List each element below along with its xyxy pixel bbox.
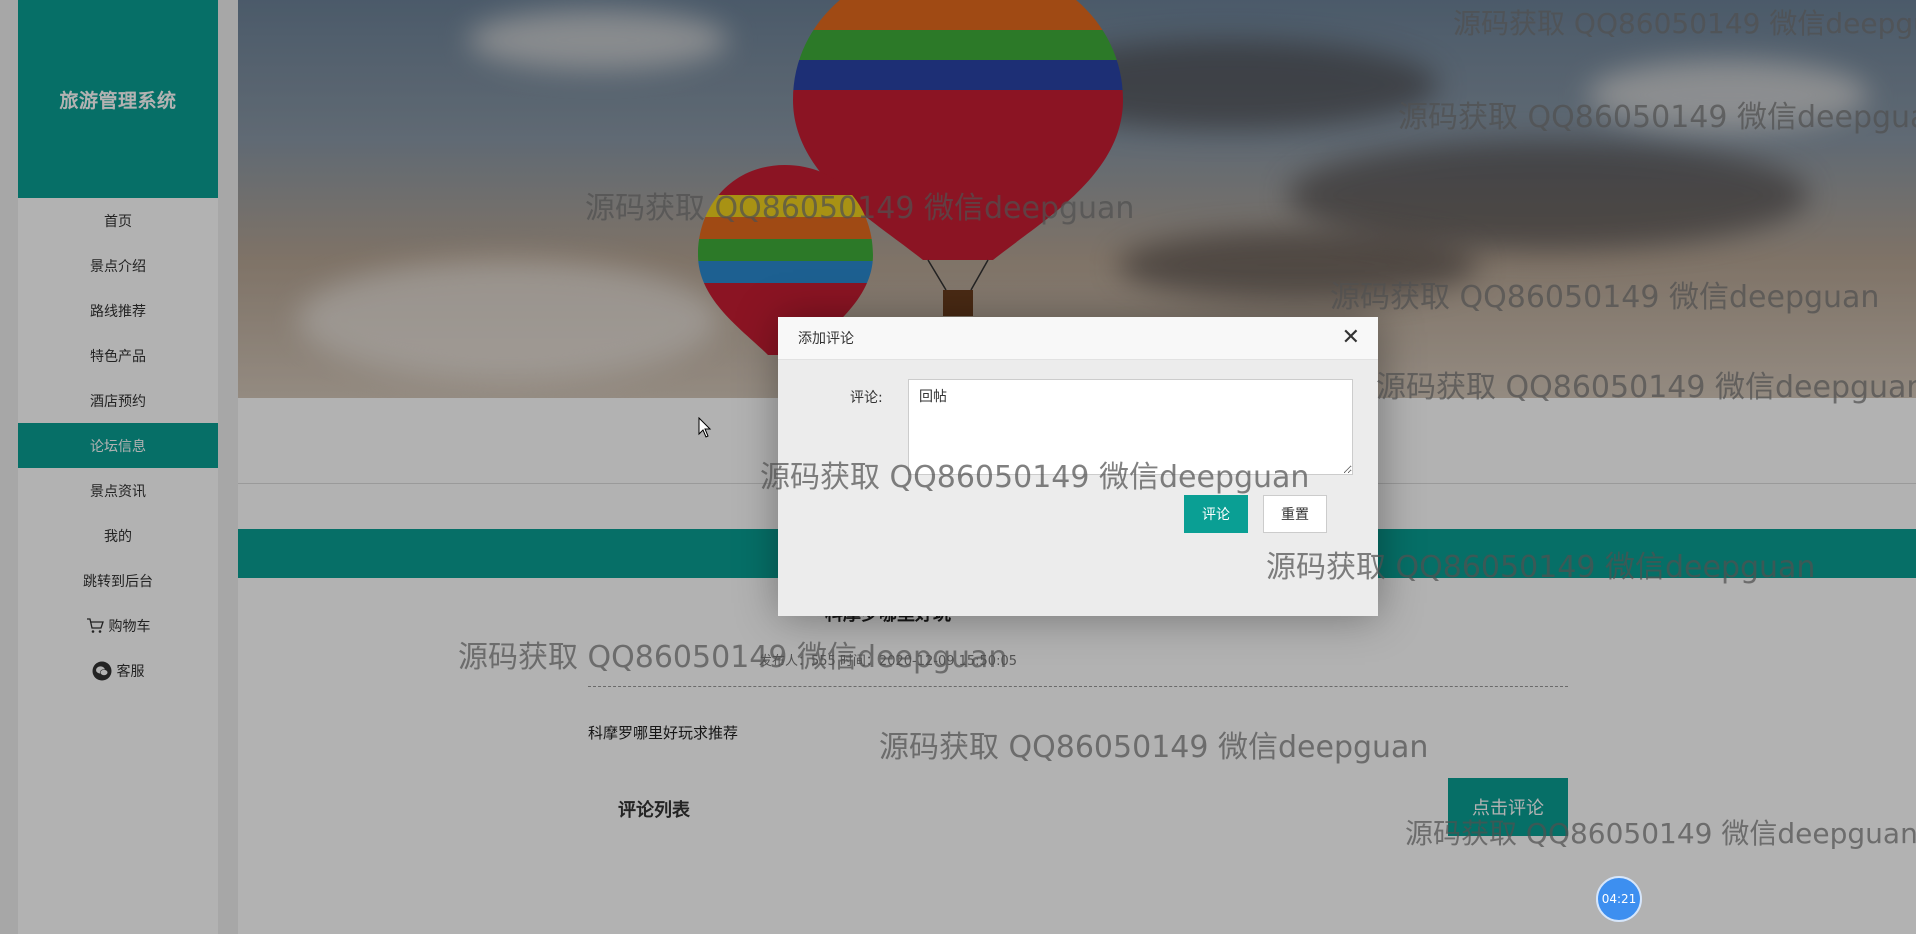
dialog-title: 添加评论 <box>798 331 854 347</box>
submit-comment-button[interactable]: 评论 <box>1184 495 1248 533</box>
mouse-cursor-icon <box>698 417 712 438</box>
comment-textarea[interactable]: 回帖 <box>908 379 1353 475</box>
comment-field-label: 评论: <box>850 390 883 406</box>
add-comment-dialog: 添加评论 ✕ 评论: 回帖 评论 重置 <box>778 317 1378 616</box>
close-icon[interactable]: ✕ <box>1342 327 1360 349</box>
dialog-header: 添加评论 ✕ <box>778 317 1378 360</box>
timer-badge[interactable]: 04:21 <box>1596 876 1642 922</box>
reset-button[interactable]: 重置 <box>1263 495 1327 533</box>
